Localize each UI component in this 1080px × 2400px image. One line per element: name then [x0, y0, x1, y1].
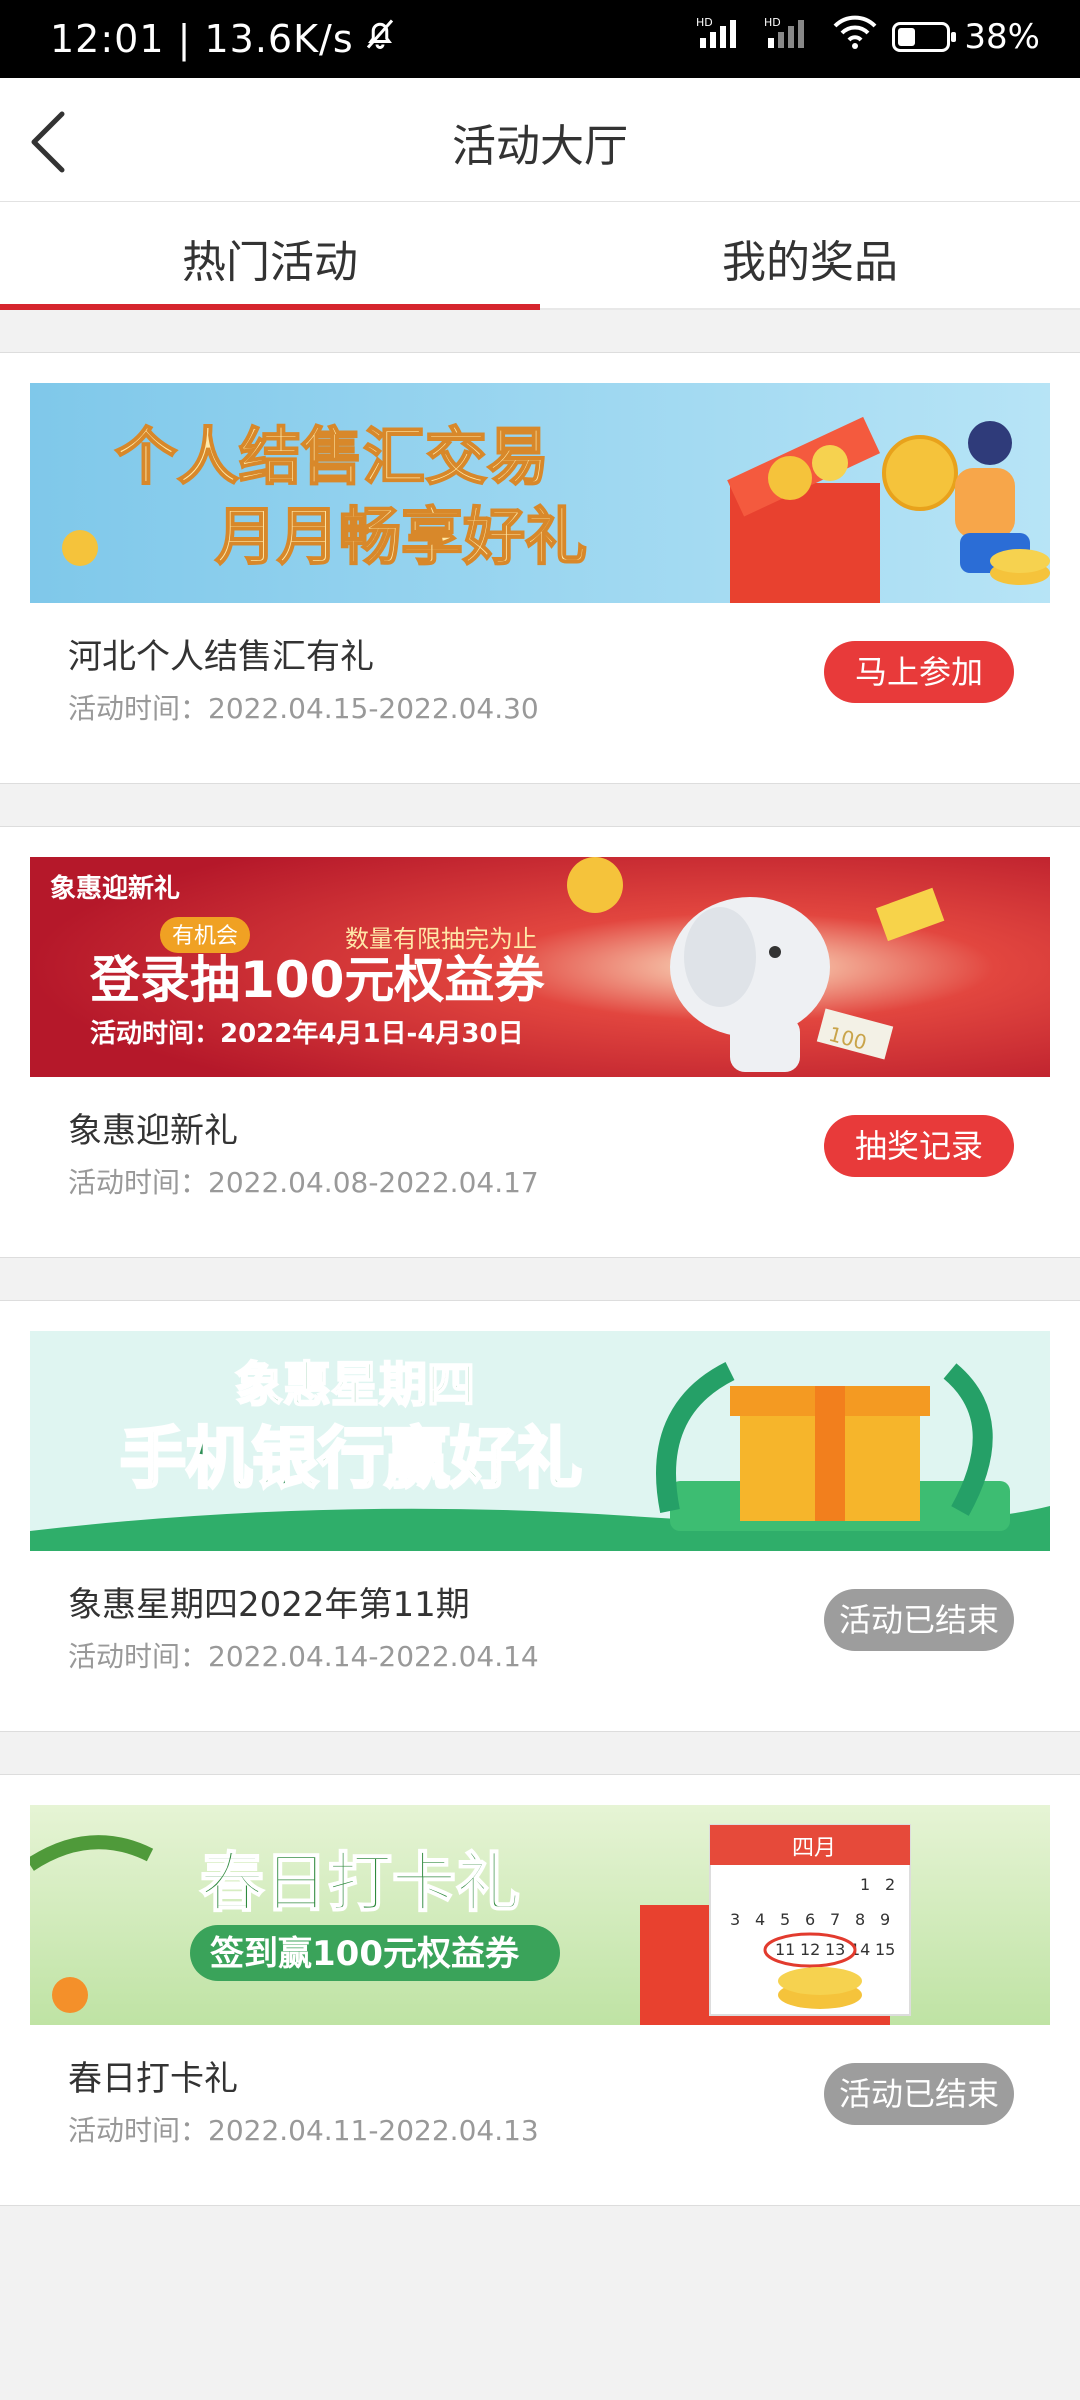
- svg-text:13: 13: [825, 1940, 845, 1959]
- svg-text:3: 3: [730, 1910, 740, 1929]
- page-title: 活动大厅: [452, 121, 628, 172]
- activity-time: 活动时间：2022.04.08-2022.04.17: [68, 1166, 539, 1199]
- svg-text:HD: HD: [764, 16, 781, 29]
- svg-text:象惠星期四: 象惠星期四: [235, 1357, 475, 1413]
- activity-title: 河北个人结售汇有礼: [68, 637, 374, 677]
- svg-text:有机会: 有机会: [172, 924, 238, 949]
- svg-text:12: 12: [800, 1940, 820, 1959]
- svg-text:5: 5: [780, 1910, 790, 1929]
- svg-text:签到赢100元权益券: 签到赢100元权益券: [210, 1934, 520, 1974]
- status-left: 12:01 | 13.6K/s: [50, 16, 398, 61]
- tab-bar: 热门活动 我的奖品: [0, 202, 1080, 310]
- svg-text:4: 4: [755, 1910, 765, 1929]
- svg-text:四月: 四月: [792, 1836, 836, 1861]
- join-now-button[interactable]: 马上参加: [824, 641, 1014, 703]
- network-speed: 13.6K/s: [204, 16, 354, 61]
- activity-time: 活动时间：2022.04.15-2022.04.30: [68, 692, 539, 725]
- svg-text:11: 11: [775, 1940, 795, 1959]
- svg-text:9: 9: [880, 1910, 890, 1929]
- activity-banner[interactable]: 象惠星期四 手机银行赢好礼: [30, 1331, 1050, 1551]
- svg-text:春日打卡礼: 春日打卡礼: [200, 1847, 520, 1921]
- bell-off-icon: [362, 16, 398, 61]
- battery-percent: 38%: [964, 16, 1040, 57]
- svg-text:个人结售汇交易: 个人结售汇交易: [115, 420, 549, 493]
- activity-banner[interactable]: 象惠迎新礼 有机会 数量有限抽完为止 登录抽100元权益券 活动时间：2022年…: [30, 857, 1050, 1077]
- svg-text:15: 15: [875, 1940, 895, 1959]
- activity-list: 个人结售汇交易 月月畅享好礼 河北个人结售汇有礼 活动时间：2022.04.15…: [0, 352, 1080, 2248]
- svg-text:手机银行赢好礼: 手机银行赢好礼: [120, 1420, 582, 1497]
- svg-text:8: 8: [855, 1910, 865, 1929]
- activity-title: 象惠星期四2022年第11期: [68, 1585, 470, 1625]
- activity-ended-button[interactable]: 活动已结束: [824, 1589, 1014, 1651]
- app-header: 活动大厅: [0, 78, 1080, 202]
- activity-time: 活动时间：2022.04.11-2022.04.13: [68, 2114, 539, 2147]
- signal-icon-2: HD: [764, 14, 818, 59]
- activity-ended-button[interactable]: 活动已结束: [824, 2063, 1014, 2125]
- signal-icon: HD: [696, 14, 750, 59]
- activity-title: 春日打卡礼: [68, 2059, 238, 2099]
- battery-icon: [892, 21, 957, 52]
- svg-text:月月畅享好礼: 月月畅享好礼: [215, 500, 587, 573]
- activity-title: 象惠迎新礼: [68, 1111, 238, 1151]
- svg-text:2: 2: [885, 1875, 895, 1894]
- status-bar: 12:01 | 13.6K/s HD HD 38%: [0, 0, 1080, 78]
- wifi-icon: [832, 14, 878, 59]
- svg-text:象惠迎新礼: 象惠迎新礼: [50, 873, 180, 904]
- svg-text:6: 6: [805, 1910, 815, 1929]
- status-right: HD HD 38%: [696, 14, 1040, 59]
- activity-banner[interactable]: 春日打卡礼 签到赢100元权益券 四月 12 3456789 11 12 13 14 1…: [30, 1805, 1050, 2025]
- svg-text:HD: HD: [696, 16, 713, 29]
- svg-text:数量有限抽完为止: 数量有限抽完为止: [345, 925, 537, 953]
- activity-time: 活动时间：2022.04.14-2022.04.14: [68, 1640, 539, 1673]
- draw-records-button[interactable]: 抽奖记录: [824, 1115, 1014, 1177]
- activity-card[interactable]: 象惠星期四 手机银行赢好礼 象惠星期四2022年第11期 活动时间：2022.0…: [0, 1300, 1080, 1732]
- clock: 12:01: [50, 16, 165, 61]
- tab-my-prizes[interactable]: 我的奖品: [540, 202, 1080, 308]
- activity-card[interactable]: 个人结售汇交易 月月畅享好礼 河北个人结售汇有礼 活动时间：2022.04.15…: [0, 352, 1080, 784]
- activity-card[interactable]: 象惠迎新礼 有机会 数量有限抽完为止 登录抽100元权益券 活动时间：2022年…: [0, 826, 1080, 1258]
- activity-banner[interactable]: 个人结售汇交易 月月畅享好礼: [30, 383, 1050, 603]
- svg-text:活动时间：2022年4月1日-4月30日: 活动时间：2022年4月1日-4月30日: [90, 1018, 524, 1049]
- tab-hot-activities[interactable]: 热门活动: [0, 202, 540, 310]
- svg-text:7: 7: [830, 1910, 840, 1929]
- activity-card[interactable]: 春日打卡礼 签到赢100元权益券 四月 12 3456789 11 12 13 14 1…: [0, 1774, 1080, 2206]
- svg-text:登录抽100元权益券: 登录抽100元权益券: [89, 951, 545, 1009]
- svg-text:1: 1: [860, 1875, 870, 1894]
